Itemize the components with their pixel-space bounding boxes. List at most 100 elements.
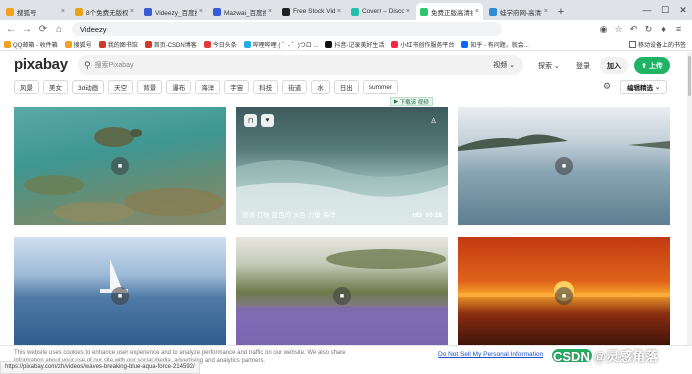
toolbar-icon[interactable]: ↻ [641, 22, 656, 36]
browser-tab[interactable]: 搜狐号 × [2, 3, 69, 20]
explore-menu[interactable]: 探索 ⌄ [538, 61, 560, 71]
folder-icon [628, 41, 636, 48]
tab-favicon-icon [420, 7, 428, 16]
tab-favicon-icon [282, 7, 290, 16]
tab-title: Mazwai_百度搜索 [224, 9, 266, 17]
video-card-hovered[interactable]: ⊓ ♥ ♙ 波浪 打破 蓝色的 水色 力量 海洋 HD 00:28 [236, 107, 448, 225]
video-card[interactable]: ■ [458, 237, 670, 347]
media-type-select[interactable]: 视频 ⌄ [493, 60, 515, 70]
video-meta: HD 00:28 [412, 212, 442, 219]
video-camera-icon: ■ [555, 157, 573, 175]
url-field[interactable]: Videezy [72, 22, 502, 36]
bookmark-item[interactable]: 哔哩哔哩 ( ゜- ゜)つロ ... [243, 40, 318, 49]
sort-select[interactable]: 编辑精选 ⌄ [620, 80, 668, 94]
toolbar-icon[interactable]: ☆ [611, 22, 626, 36]
browser-tab[interactable]: Coverr – Discover× [347, 3, 414, 20]
browser-tab[interactable]: Mazwai_百度搜索× [209, 3, 276, 20]
settings-gear-icon[interactable]: ⚙ [603, 81, 611, 92]
tab-title: 搜狐号 [17, 9, 37, 17]
tag-chip[interactable]: 风景 [14, 80, 39, 94]
like-heart-icon[interactable]: ♥ [261, 114, 274, 127]
bookmark-label: 知乎 - 有问题，就会... [470, 42, 529, 49]
bookmark-icon[interactable]: ⊓ [244, 114, 257, 127]
browser-tab[interactable]: Free Stock Video× [278, 3, 345, 20]
tag-chip[interactable]: 3d动画 [72, 80, 105, 94]
tab-close-icon[interactable]: × [337, 8, 341, 15]
video-camera-icon: ■ [555, 287, 573, 305]
tab-close-icon[interactable]: × [130, 8, 134, 15]
bookmark-label: QQ邮箱 - 收件箱 [13, 42, 58, 49]
upload-button[interactable]: ⬆ 上传 [634, 57, 670, 74]
tag-chip[interactable]: 街道 [282, 80, 308, 94]
tag-chip[interactable]: 日出 [333, 80, 359, 94]
tag-chip[interactable]: summer [362, 80, 399, 94]
close-window-button[interactable]: ✕ [674, 0, 692, 20]
download-video-chip[interactable]: ▶ 下载该 视频 [390, 97, 433, 106]
chevron-down-icon: ⌄ [654, 84, 661, 91]
download-chip-label: 下载该 视频 [399, 99, 429, 106]
user-profile-icon[interactable]: ♙ [427, 114, 440, 127]
search-bar[interactable]: ⚲ 搜索Pixabay 视频 ⌄ [78, 55, 523, 75]
scrollbar-thumb[interactable] [688, 56, 691, 96]
home-icon[interactable]: ⌂ [52, 22, 66, 36]
bookmark-item[interactable]: 今日头条 [203, 40, 237, 49]
mobile-bookmarks[interactable]: 移动设备上的书签 [628, 40, 686, 49]
forward-icon[interactable]: → [20, 22, 34, 36]
join-button[interactable]: 加入 [600, 57, 628, 74]
login-link[interactable]: 登录 [576, 61, 590, 71]
video-card[interactable]: ■ [14, 107, 226, 225]
tab-favicon-icon [75, 7, 83, 16]
bookmark-label: 抖音-记录美好生活 [334, 42, 385, 49]
browser-tab-bar: 搜狐号×8个免费无版权视频网×Videezy_百度搜索×Mazwai_百度搜索×… [0, 0, 692, 20]
toolbar-icon[interactable]: ♦ [656, 22, 671, 36]
back-icon[interactable]: ← [4, 22, 18, 36]
maximize-button[interactable]: ☐ [656, 0, 674, 20]
tag-chip[interactable]: 天空 [108, 80, 134, 94]
bookmark-item[interactable]: 抖音-记录美好生活 [325, 40, 384, 49]
tag-chip[interactable]: 水 [311, 80, 330, 94]
new-tab-button[interactable]: + [554, 3, 568, 20]
tag-chip[interactable]: 美女 [43, 80, 68, 94]
toolbar-icon[interactable]: ◉ [596, 22, 611, 36]
video-card[interactable]: ■ [14, 237, 226, 347]
tag-chip[interactable]: 海洋 [195, 80, 221, 94]
bookmark-item[interactable]: 知乎 - 有问题，就会... [461, 40, 529, 49]
chevron-down-icon: ⌄ [553, 63, 560, 70]
tab-close-icon[interactable]: × [544, 8, 548, 15]
browser-tab[interactable]: Videezy_百度搜索× [140, 3, 207, 20]
bookmark-item[interactable]: QQ邮箱 - 收件箱 [4, 40, 58, 49]
bookmark-item[interactable]: 我的图书馆 [98, 40, 138, 49]
video-card[interactable]: ■ [458, 107, 670, 225]
tab-close-icon[interactable]: × [61, 8, 65, 15]
mobile-bookmarks-label: 移动设备上的书签 [637, 43, 686, 49]
tab-close-icon[interactable]: × [475, 8, 479, 15]
do-not-sell-link[interactable]: Do Not Sell My Personal Information [438, 351, 543, 358]
video-card[interactable]: ■ [236, 237, 448, 347]
tab-title: 8个免费无版权视频网 [86, 9, 128, 17]
tab-favicon-icon [213, 7, 221, 16]
tag-chip[interactable]: 背景 [137, 80, 163, 94]
browser-tab[interactable]: 免费正版高清视频素材× [416, 3, 483, 20]
tag-chip[interactable]: 宇宙 [224, 80, 250, 94]
tag-chip[interactable]: 瀑布 [166, 80, 192, 94]
browser-tab[interactable]: 蛙学府网-高清视频× [485, 3, 552, 20]
pixabay-logo[interactable]: pixabay [14, 56, 68, 73]
bookmark-item[interactable]: 首页-CSDN博客 [144, 40, 197, 49]
minimize-button[interactable]: — [638, 0, 656, 20]
bookmark-item[interactable]: 搜狐号 [64, 40, 92, 49]
page-scrollbar[interactable] [687, 52, 692, 345]
tab-close-icon[interactable]: × [199, 8, 203, 15]
bookmark-favicon-icon [144, 40, 152, 48]
toolbar-icon[interactable]: ≡ [671, 22, 686, 36]
tag-chip[interactable]: 科技 [253, 80, 279, 94]
toolbar-icon[interactable]: ↶ [626, 22, 641, 36]
browser-tab[interactable]: 8个免费无版权视频网× [71, 3, 138, 20]
reload-icon[interactable]: ⟳ [36, 22, 50, 36]
tab-close-icon[interactable]: × [406, 8, 410, 15]
tab-title: 蛙学府网-高清视频 [500, 9, 542, 17]
tab-favicon-icon [144, 7, 152, 16]
search-input[interactable]: 搜索Pixabay [95, 60, 134, 70]
video-camera-icon: ■ [111, 287, 129, 305]
bookmark-item[interactable]: 小红书创作服务平台 [391, 40, 454, 49]
tab-close-icon[interactable]: × [268, 8, 272, 15]
